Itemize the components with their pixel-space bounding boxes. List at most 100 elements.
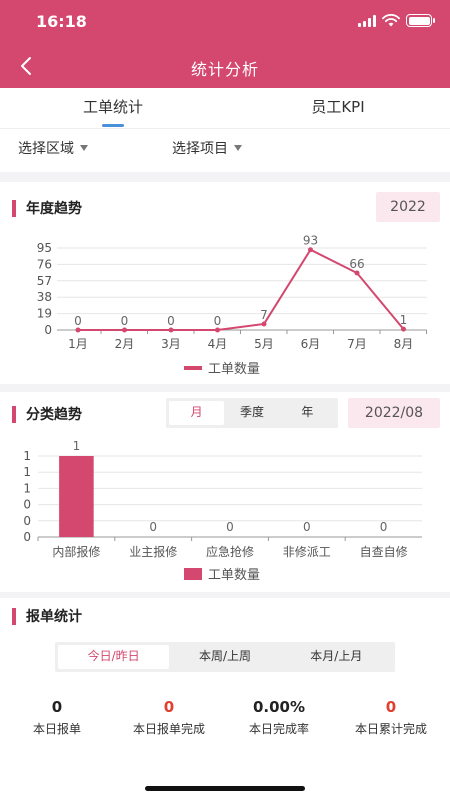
data-label: 0 [303, 520, 311, 534]
data-label: 66 [349, 257, 364, 271]
data-label: 0 [380, 520, 388, 534]
y-tick-label: 1 [23, 481, 31, 495]
legend-swatch [184, 365, 202, 370]
data-point [354, 270, 360, 276]
report-stats-title-text: 报单统计 [26, 609, 82, 625]
x-tick-label: 非修派工 [283, 544, 331, 559]
y-tick-label: 0 [23, 514, 31, 528]
data-label: 93 [303, 234, 318, 248]
y-tick-label: 1 [23, 465, 31, 479]
x-tick-label: 5月 [254, 337, 274, 351]
data-label: 0 [74, 314, 82, 328]
category-legend-label: 工单数量 [208, 568, 261, 583]
y-tick-label: 0 [44, 323, 52, 337]
y-tick-label: 1 [23, 449, 31, 463]
wifi-icon [382, 14, 400, 27]
stat-label: 本日报单完成 [132, 722, 205, 736]
status-time: 16:18 [36, 12, 87, 31]
caret-down-icon [80, 145, 88, 151]
segment-this-last-month[interactable]: 本月/上月 [281, 645, 392, 669]
project-select-label: 选择项目 [172, 141, 228, 157]
tab-work-order-stats[interactable]: 工单统计 [53, 96, 173, 117]
x-tick-label: 8月 [394, 337, 414, 351]
data-label: 0 [226, 520, 234, 534]
x-tick-label: 自查自修 [360, 544, 408, 559]
legend-swatch [184, 567, 202, 580]
x-tick-label: 4月 [208, 337, 228, 351]
stat-today-completed: 0 本日报单完成 [109, 698, 229, 737]
stat-value: 0 [385, 698, 397, 716]
data-label: 0 [149, 520, 157, 534]
report-period-toggle: 今日/昨日 本周/上周 本月/上月 [55, 642, 395, 672]
year-selector[interactable]: 2022 [376, 192, 440, 222]
category-trend-title: 分类趋势 [12, 404, 82, 424]
stat-value: 0.00% [252, 698, 306, 716]
report-stats: 0 本日报单 0 本日报单完成 0.00% 本日完成率 0 本日累计完成 [0, 698, 450, 748]
data-label: 0 [167, 314, 175, 328]
category-trend-title-text: 分类趋势 [26, 407, 82, 423]
section-marker [12, 199, 16, 217]
data-point [215, 327, 220, 333]
stat-label: 本日累计完成 [354, 722, 427, 736]
segment-year[interactable]: 年 [280, 401, 335, 425]
data-label: 7 [260, 308, 268, 322]
annual-trend-card: 年度趋势 2022 0 19 38 57 76 95 1月 2月 3月 4月 5月 6月 7月 8月 0 0 0… [0, 182, 450, 384]
stat-value: 0 [51, 698, 63, 716]
stat-value: 0 [163, 698, 175, 716]
stat-cumulative-completed: 0 本日累计完成 [331, 698, 450, 737]
data-label: 1 [400, 313, 408, 327]
segment-quarter[interactable]: 季度 [224, 401, 279, 425]
annual-trend-title-text: 年度趋势 [26, 201, 82, 217]
stat-completion-rate: 0.00% 本日完成率 [219, 698, 339, 737]
bar [59, 456, 94, 537]
data-label: 0 [214, 314, 222, 328]
data-label: 1 [73, 439, 81, 453]
data-point [261, 321, 267, 327]
area-select[interactable]: 选择区域 [18, 138, 88, 158]
data-point [401, 326, 406, 332]
filter-bar: 选择区域 选择项目 [0, 128, 450, 172]
annual-trend-title: 年度趋势 [12, 198, 82, 218]
data-point [75, 327, 81, 333]
report-stats-title: 报单统计 [12, 606, 82, 626]
section-marker [12, 405, 16, 423]
segment-today-yesterday[interactable]: 今日/昨日 [58, 645, 170, 669]
annual-legend-label: 工单数量 [208, 362, 261, 377]
annual-legend: 工单数量 [184, 358, 260, 377]
x-tick-label: 6月 [301, 337, 321, 351]
y-tick-label: 57 [37, 274, 52, 288]
app-header: 16:18 统计分析 [0, 0, 450, 88]
y-tick-label: 38 [37, 290, 52, 304]
x-tick-label: 3月 [161, 337, 181, 351]
x-tick-label: 业主报修 [129, 544, 177, 559]
segment-month[interactable]: 月 [169, 401, 225, 425]
x-tick-label: 1月 [68, 337, 88, 351]
home-indicator [145, 786, 305, 791]
page-title: 统计分析 [190, 60, 259, 79]
x-tick-label: 2月 [115, 337, 135, 351]
data-point [122, 327, 127, 333]
y-tick-label: 0 [23, 498, 31, 512]
segment-this-last-week[interactable]: 本周/上周 [169, 645, 280, 669]
x-tick-label: 7月 [347, 337, 367, 351]
data-label: 0 [121, 314, 129, 328]
y-tick-label: 19 [37, 307, 52, 321]
period-selector[interactable]: 2022/08 [348, 398, 440, 428]
y-tick-label: 95 [37, 241, 52, 255]
cellular-signal-icon [358, 14, 376, 27]
section-marker [12, 607, 16, 625]
active-tab-indicator [102, 124, 124, 127]
x-tick-label: 内部报修 [52, 544, 100, 559]
main-tabs: 工单统计 员工KPI [0, 88, 450, 128]
y-tick-label: 0 [23, 530, 31, 544]
y-tick-label: 76 [37, 257, 52, 271]
tab-employee-kpi[interactable]: 员工KPI [278, 96, 398, 117]
data-point [168, 327, 174, 333]
battery-icon [406, 14, 435, 27]
stat-label: 本日报单 [32, 722, 81, 736]
stat-today-reports: 0 本日报单 [0, 698, 117, 737]
stat-label: 本日完成率 [248, 722, 309, 736]
project-select[interactable]: 选择项目 [172, 138, 242, 158]
category-trend-card: 分类趋势 月 季度 年 2022/08 0 0 0 1 1 1 内部报修 1 业主报修 0 应急抢修… [0, 392, 450, 592]
x-tick-label: 应急抢修 [206, 544, 254, 559]
